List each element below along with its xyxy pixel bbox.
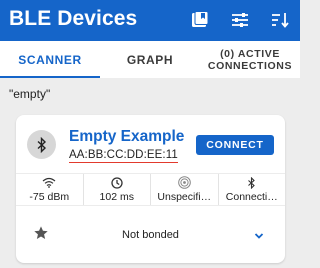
stat-interval: 102 ms [84, 174, 151, 205]
tune-sliders-icon[interactable] [228, 8, 252, 32]
stat-beacon-value: Unspecifi… [157, 190, 212, 203]
bond-row: Not bonded [16, 215, 285, 255]
tab-active-connections-line1: (0) ACTIVE [220, 47, 280, 60]
tab-graph[interactable]: GRAPH [100, 41, 200, 78]
tab-active-connections-line2: CONNECTIONS [207, 59, 293, 72]
broadcast-icon [177, 176, 191, 189]
device-card[interactable]: Empty Example AA:BB:CC:DD:EE:11 CONNECT … [16, 115, 285, 263]
stat-beacon: Unspecifi… [151, 174, 219, 205]
stat-rssi: -75 dBm [16, 174, 84, 205]
device-address: AA:BB:CC:DD:EE:11 [69, 149, 178, 163]
signal-wifi-icon [42, 177, 56, 189]
stat-connectable-value: Connecti… [225, 190, 278, 203]
tab-active-connections[interactable]: (0) ACTIVE CONNECTIONS [200, 41, 300, 78]
tab-scanner-label: SCANNER [18, 52, 82, 67]
tab-graph-label: GRAPH [126, 52, 174, 67]
clock-icon [111, 176, 123, 189]
active-filter-text: "empty" [9, 87, 51, 101]
bookmark-icon[interactable] [188, 8, 212, 32]
page-title: BLE Devices [9, 7, 138, 30]
app-bar: BLE Devices [0, 0, 300, 41]
bluetooth-icon [27, 130, 56, 159]
bluetooth-icon [247, 176, 256, 189]
connect-button[interactable]: CONNECT [196, 135, 274, 155]
device-stats: -75 dBm 102 ms Unspecifi… Connecti… [16, 173, 285, 206]
appbar-actions [188, 8, 292, 32]
sort-icon[interactable] [268, 8, 292, 32]
chevron-down-icon[interactable] [254, 227, 264, 245]
stat-rssi-value: -75 dBm [29, 190, 70, 203]
tab-scanner[interactable]: SCANNER [0, 41, 100, 78]
tab-bar: SCANNER GRAPH (0) ACTIVE CONNECTIONS [0, 41, 300, 78]
stat-connectable: Connecti… [219, 174, 286, 205]
bond-status: Not bonded [122, 229, 179, 241]
device-name: Empty Example [69, 128, 185, 145]
stat-interval-value: 102 ms [99, 190, 134, 203]
